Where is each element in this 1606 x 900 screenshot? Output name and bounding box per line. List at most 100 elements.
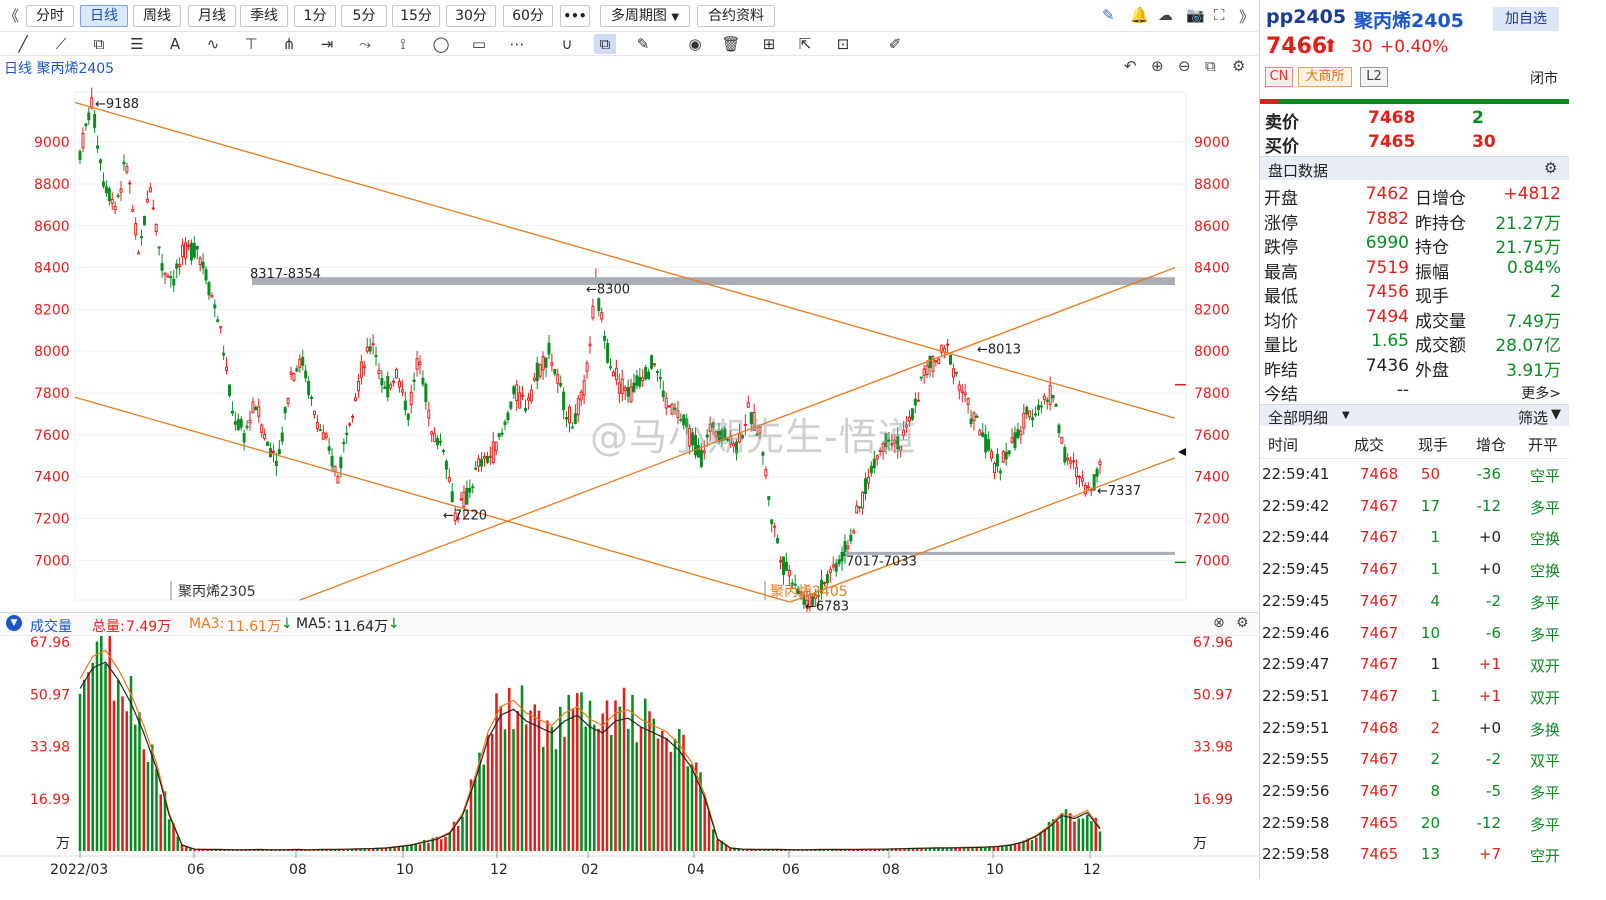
cloud-icon[interactable]: ☁ xyxy=(1158,6,1173,24)
fib-tool-icon[interactable]: ☰ xyxy=(126,34,148,54)
quote-value: 28.07亿 xyxy=(1495,336,1561,356)
volume-bar xyxy=(112,700,116,851)
fullscreen-icon[interactable]: ⛶ xyxy=(1214,6,1225,24)
candle-body xyxy=(421,377,425,385)
volume-bar xyxy=(146,762,150,851)
volume-bar xyxy=(996,847,1000,851)
candle-body xyxy=(831,564,835,568)
candle-body xyxy=(562,391,566,411)
magnet-icon[interactable]: ∪ xyxy=(556,34,578,54)
window-icon[interactable]: ⧉ xyxy=(1205,57,1216,75)
order-book-qty: 2 xyxy=(1472,108,1484,128)
volume-bar xyxy=(1090,821,1093,851)
filter-label[interactable]: 筛选 xyxy=(1518,407,1548,428)
path-tool-icon[interactable]: ⤳ xyxy=(354,34,376,54)
zoom-in-icon[interactable]: ⊕ xyxy=(1151,57,1164,75)
period-button[interactable]: 周线 xyxy=(133,5,181,27)
trash-icon[interactable]: 🗑 xyxy=(720,34,742,54)
annotation-label: ←8300 xyxy=(586,283,630,298)
candle-body xyxy=(439,440,443,443)
order-book-label: 卖价 xyxy=(1265,113,1299,133)
candle-body xyxy=(565,417,569,420)
period-button[interactable]: 日线 xyxy=(80,5,128,27)
period-button[interactable]: 60分 xyxy=(503,5,553,27)
candle-body xyxy=(148,187,152,193)
collapse-volume-icon[interactable]: ▼ xyxy=(6,615,22,631)
candle-body xyxy=(494,441,498,451)
candle-body xyxy=(922,368,926,377)
add-watchlist-button[interactable]: 加自选 xyxy=(1493,7,1559,31)
settings-icon[interactable]: ⚙ xyxy=(1236,615,1249,631)
ray-tool-icon[interactable]: ⟋ xyxy=(50,34,72,54)
more-tools-icon[interactable]: ⋯ xyxy=(506,34,528,54)
col-oi: 增仓 xyxy=(1476,436,1507,454)
candle-body xyxy=(532,377,536,381)
close-icon[interactable]: ⊗ xyxy=(1213,615,1225,631)
horizontal-line-icon[interactable]: ⊤ xyxy=(240,34,262,54)
candle-body xyxy=(1098,461,1102,466)
candle-body xyxy=(312,410,316,415)
eye-icon[interactable]: ◉ xyxy=(684,34,706,54)
volume-bar xyxy=(1068,813,1072,851)
candle-body xyxy=(222,352,226,356)
more-periods-button[interactable]: ••• xyxy=(560,5,590,27)
candle-body xyxy=(916,399,920,402)
candle-body xyxy=(500,432,504,435)
bell-icon[interactable]: 🔔 xyxy=(1130,6,1149,24)
range-tool-icon[interactable]: ⇥ xyxy=(316,34,338,54)
period-button[interactable]: 分时 xyxy=(26,5,74,27)
candle-body xyxy=(430,431,434,435)
layers-icon[interactable]: ⊞ xyxy=(758,34,780,54)
zoom-out-icon[interactable]: ⊖ xyxy=(1178,57,1191,75)
undo-icon[interactable]: ↶ xyxy=(1124,57,1137,75)
main-chart: 7000 7000 7200 7200 7400 7400 7600 7600 7800 7800… xyxy=(34,87,1230,616)
period-button[interactable]: 月线 xyxy=(188,5,236,27)
period-button[interactable]: 30分 xyxy=(446,5,496,27)
export-icon[interactable]: ⇱ xyxy=(794,34,816,54)
candle-body xyxy=(99,159,103,164)
candle-body xyxy=(567,406,571,424)
candle-body xyxy=(556,374,560,384)
filter-icon[interactable]: ▼ xyxy=(1551,407,1561,422)
text-tool-icon[interactable]: A xyxy=(164,34,186,54)
contract-info-button[interactable]: 合约资料 xyxy=(697,5,775,27)
flag-tool-icon[interactable]: ⟟ xyxy=(392,34,414,54)
period-button[interactable]: 5分 xyxy=(341,5,387,27)
volume-bar xyxy=(669,751,673,851)
volume-tick-left: 50.97 xyxy=(30,687,70,703)
edit-draw-icon[interactable]: ✎ xyxy=(632,34,654,54)
fork-tool-icon[interactable]: ⋔ xyxy=(278,34,300,54)
candle-body xyxy=(251,401,255,414)
collapse-icon[interactable]: 》 xyxy=(1239,6,1254,27)
candle-body xyxy=(181,244,185,258)
candle-body xyxy=(620,378,624,394)
volume-bar xyxy=(138,712,141,851)
line-tool-icon[interactable]: ╱ xyxy=(12,34,34,54)
period-button[interactable]: 1分 xyxy=(294,5,336,27)
wave-tool-icon[interactable]: ∿ xyxy=(202,34,224,54)
candle-body xyxy=(1086,485,1090,489)
last-price: 7466 xyxy=(1266,34,1328,59)
settings-icon[interactable]: ⚙ xyxy=(1232,57,1245,75)
trades-title[interactable]: 全部明细 xyxy=(1268,407,1328,428)
candle-body xyxy=(1095,468,1099,477)
comment-icon[interactable]: ⊡ xyxy=(832,34,854,54)
back-icon[interactable]: 《 xyxy=(4,5,19,26)
rect-tool-icon[interactable]: ▭ xyxy=(468,34,490,54)
ellipse-tool-icon[interactable]: ◯ xyxy=(430,34,452,54)
candle-body xyxy=(614,367,618,381)
crop-tool-icon[interactable]: ⧉ xyxy=(88,34,110,54)
camera-icon[interactable]: 📷 xyxy=(1186,6,1205,24)
quote-label: 外盘 xyxy=(1415,360,1449,381)
trade-qty: 13 xyxy=(1420,845,1440,864)
multi-period-dropdown[interactable]: 多周期图 ▼ xyxy=(600,5,690,27)
copy-draw-icon[interactable]: ⧉ xyxy=(594,34,616,54)
ruler-icon[interactable]: ✐ xyxy=(884,34,906,54)
period-button[interactable]: 季线 xyxy=(240,5,288,27)
quote-row: 均价 7494 成交量 7.49万 xyxy=(1260,305,1569,332)
period-button[interactable]: 15分 xyxy=(392,5,440,27)
settings-icon[interactable]: ⚙ xyxy=(1544,159,1557,177)
volume-bar xyxy=(78,693,82,851)
pen-icon[interactable]: ✎ xyxy=(1102,6,1115,24)
more-link[interactable]: 更多> xyxy=(1521,383,1561,403)
